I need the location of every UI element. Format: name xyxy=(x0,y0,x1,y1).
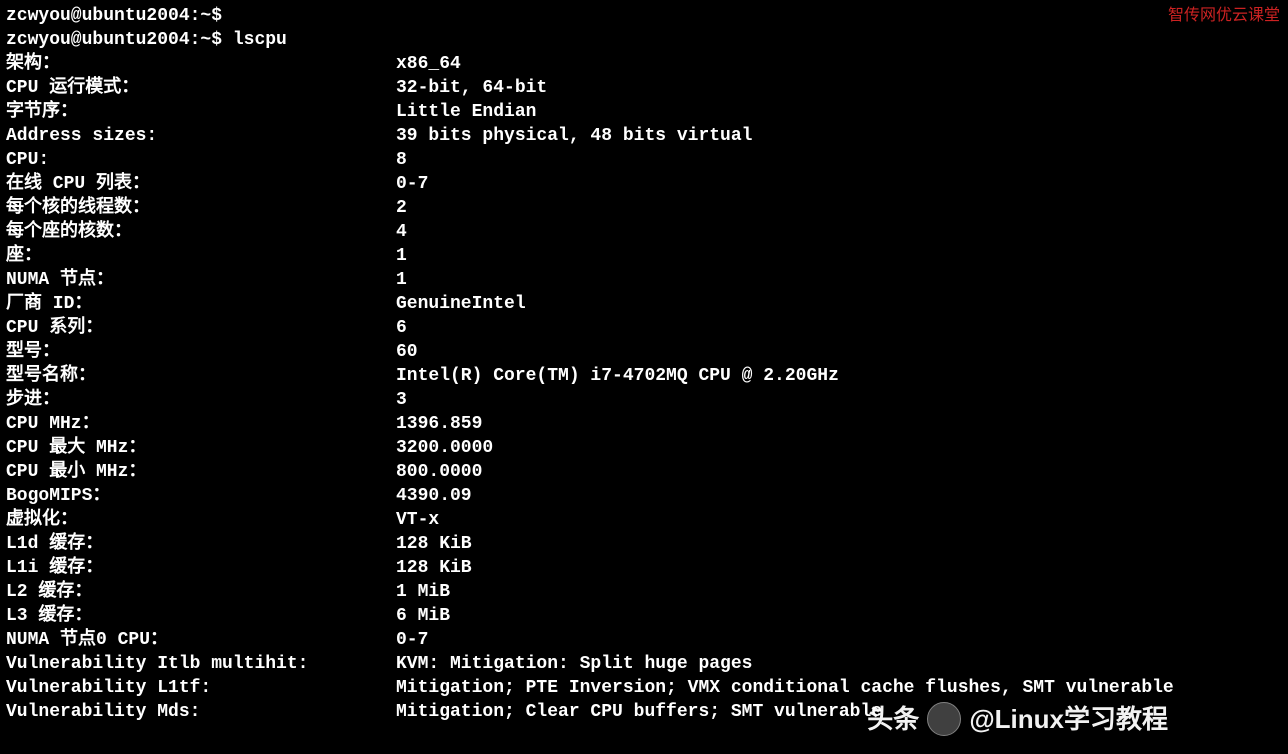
output-row: CPU 最大 MHz：3200.0000 xyxy=(6,436,1282,460)
output-value: Mitigation; PTE Inversion; VMX condition… xyxy=(396,676,1282,700)
output-label: CPU 最小 MHz： xyxy=(6,460,396,484)
output-label: CPU 运行模式： xyxy=(6,76,396,100)
output-row: Vulnerability Itlb multihit:KVM: Mitigat… xyxy=(6,652,1282,676)
watermark-bottom: 头条 @Linux学习教程 xyxy=(867,702,1168,736)
shell-prompt: zcwyou@ubuntu2004:~$ xyxy=(6,30,233,50)
output-value: VT-x xyxy=(396,508,1282,532)
output-value: 3200.0000 xyxy=(396,436,1282,460)
output-row: L2 缓存：1 MiB xyxy=(6,580,1282,604)
output-row: 字节序：Little Endian xyxy=(6,100,1282,124)
prompt-line-command[interactable]: zcwyou@ubuntu2004:~$ lscpu xyxy=(6,28,1282,52)
output-value: 4 xyxy=(396,220,1282,244)
output-label: 每个座的核数： xyxy=(6,220,396,244)
output-row: 厂商 ID：GenuineIntel xyxy=(6,292,1282,316)
output-label: L1i 缓存： xyxy=(6,556,396,580)
output-label: 字节序： xyxy=(6,100,396,124)
output-row: 座：1 xyxy=(6,244,1282,268)
output-value: 2 xyxy=(396,196,1282,220)
output-row: CPU MHz：1396.859 xyxy=(6,412,1282,436)
output-row: BogoMIPS：4390.09 xyxy=(6,484,1282,508)
output-row: NUMA 节点0 CPU：0-7 xyxy=(6,628,1282,652)
watermark-prefix: 头条 xyxy=(867,707,919,731)
output-row: CPU 系列：6 xyxy=(6,316,1282,340)
output-row: L3 缓存：6 MiB xyxy=(6,604,1282,628)
avatar-icon xyxy=(927,702,961,736)
output-value: 60 xyxy=(396,340,1282,364)
output-label: L2 缓存： xyxy=(6,580,396,604)
output-label: 座： xyxy=(6,244,396,268)
output-row: 每个核的线程数：2 xyxy=(6,196,1282,220)
output-value: 6 MiB xyxy=(396,604,1282,628)
output-value: 6 xyxy=(396,316,1282,340)
output-row: 架构：x86_64 xyxy=(6,52,1282,76)
output-label: Address sizes: xyxy=(6,124,396,148)
output-label: 型号： xyxy=(6,340,396,364)
output-row: L1i 缓存：128 KiB xyxy=(6,556,1282,580)
output-label: 厂商 ID： xyxy=(6,292,396,316)
output-value: 0-7 xyxy=(396,172,1282,196)
output-label: 每个核的线程数： xyxy=(6,196,396,220)
watermark-top: 智传网优云课堂 xyxy=(1168,4,1280,28)
output-label: 步进： xyxy=(6,388,396,412)
output-value: 1396.859 xyxy=(396,412,1282,436)
shell-prompt: zcwyou@ubuntu2004:~$ xyxy=(6,6,222,26)
output-label: L1d 缓存： xyxy=(6,532,396,556)
watermark-handle: @Linux学习教程 xyxy=(969,707,1168,731)
output-row: L1d 缓存：128 KiB xyxy=(6,532,1282,556)
output-row: 步进：3 xyxy=(6,388,1282,412)
output-value: 8 xyxy=(396,148,1282,172)
output-value: 39 bits physical, 48 bits virtual xyxy=(396,124,1282,148)
output-label: CPU MHz： xyxy=(6,412,396,436)
output-label: NUMA 节点： xyxy=(6,268,396,292)
output-value: Little Endian xyxy=(396,100,1282,124)
output-label: 架构： xyxy=(6,52,396,76)
output-row: 虚拟化：VT-x xyxy=(6,508,1282,532)
output-row: Vulnerability L1tf:Mitigation; PTE Inver… xyxy=(6,676,1282,700)
output-row: NUMA 节点：1 xyxy=(6,268,1282,292)
output-row: Address sizes:39 bits physical, 48 bits … xyxy=(6,124,1282,148)
output-value: Intel(R) Core(TM) i7-4702MQ CPU @ 2.20GH… xyxy=(396,364,1282,388)
output-label: NUMA 节点0 CPU： xyxy=(6,628,396,652)
command-text: lscpu xyxy=(233,30,287,50)
output-label: Vulnerability Mds: xyxy=(6,700,396,724)
output-label: 型号名称： xyxy=(6,364,396,388)
output-value: 3 xyxy=(396,388,1282,412)
output-value: 128 KiB xyxy=(396,556,1282,580)
output-value: GenuineIntel xyxy=(396,292,1282,316)
output-label: CPU 系列： xyxy=(6,316,396,340)
output-label: CPU 最大 MHz： xyxy=(6,436,396,460)
output-value: 128 KiB xyxy=(396,532,1282,556)
output-label: Vulnerability Itlb multihit: xyxy=(6,652,396,676)
output-row: 在线 CPU 列表：0-7 xyxy=(6,172,1282,196)
output-value: x86_64 xyxy=(396,52,1282,76)
output-row: 型号名称：Intel(R) Core(TM) i7-4702MQ CPU @ 2… xyxy=(6,364,1282,388)
output-value: 4390.09 xyxy=(396,484,1282,508)
output-label: BogoMIPS： xyxy=(6,484,396,508)
output-row: CPU 运行模式：32-bit, 64-bit xyxy=(6,76,1282,100)
output-value: KVM: Mitigation: Split huge pages xyxy=(396,652,1282,676)
output-value: 32-bit, 64-bit xyxy=(396,76,1282,100)
output-label: 虚拟化： xyxy=(6,508,396,532)
output-row: CPU:8 xyxy=(6,148,1282,172)
output-label: 在线 CPU 列表： xyxy=(6,172,396,196)
output-row: 每个座的核数：4 xyxy=(6,220,1282,244)
output-value: 1 MiB xyxy=(396,580,1282,604)
output-value: 1 xyxy=(396,268,1282,292)
output-label: L3 缓存： xyxy=(6,604,396,628)
output-label: CPU: xyxy=(6,148,396,172)
output-label: Vulnerability L1tf: xyxy=(6,676,396,700)
output-value: 0-7 xyxy=(396,628,1282,652)
command-output: 架构：x86_64CPU 运行模式：32-bit, 64-bit字节序：Litt… xyxy=(6,52,1282,724)
prompt-line-empty: zcwyou@ubuntu2004:~$ xyxy=(6,4,1282,28)
output-row: CPU 最小 MHz：800.0000 xyxy=(6,460,1282,484)
output-value: 1 xyxy=(396,244,1282,268)
output-value: 800.0000 xyxy=(396,460,1282,484)
output-row: 型号：60 xyxy=(6,340,1282,364)
